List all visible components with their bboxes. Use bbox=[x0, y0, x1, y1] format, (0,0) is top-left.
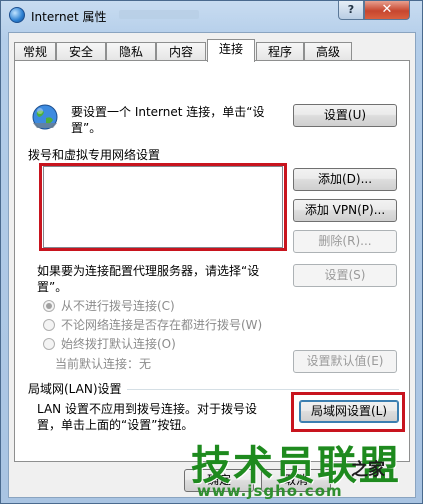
internet-properties-dialog: Internet 属性 ? ✕ 常规 安全 隐私 内容 连接 程序 高级 要设置… bbox=[0, 0, 423, 504]
cancel-button[interactable]: 取消 bbox=[261, 469, 331, 492]
setup-description-line1: 要设置一个 Internet 连接，单击“设 bbox=[71, 105, 265, 119]
delete-button[interactable]: 删除(R)... bbox=[293, 230, 397, 253]
lan-description-line2: 置，单击上面的“设置”按钮。 bbox=[37, 418, 194, 432]
tab-privacy[interactable]: 隐私 bbox=[106, 42, 156, 62]
tab-programs[interactable]: 程序 bbox=[256, 42, 304, 62]
current-default-value: 无 bbox=[139, 357, 152, 371]
setup-description-line2: 置”。 bbox=[71, 121, 102, 135]
tab-general[interactable]: 常规 bbox=[14, 42, 56, 62]
radio-always-dial[interactable] bbox=[43, 338, 55, 350]
tab-content[interactable]: 内容 bbox=[156, 42, 206, 62]
lan-description-line1: LAN 设置不应用到拨号连接。对于拨号设 bbox=[37, 402, 257, 416]
blurred-title-text bbox=[119, 10, 199, 19]
globe-network-icon bbox=[32, 104, 58, 130]
window-title: Internet 属性 bbox=[31, 10, 107, 24]
tab-connections[interactable]: 连接 bbox=[207, 39, 255, 62]
radio-dial-no-network[interactable] bbox=[43, 319, 55, 331]
dialup-section-title: 拨号和虚拟专用网络设置 bbox=[28, 148, 161, 162]
current-default-label: 当前默认连接： bbox=[55, 357, 140, 371]
dialog-body: 常规 安全 隐私 内容 连接 程序 高级 要设置一个 Internet 连接，单… bbox=[8, 32, 416, 498]
lan-button-highlight bbox=[291, 392, 405, 432]
settings-button[interactable]: 设置(S) bbox=[293, 264, 397, 287]
tab-security[interactable]: 安全 bbox=[56, 42, 106, 62]
close-button[interactable]: ✕ bbox=[364, 1, 410, 20]
tab-advanced[interactable]: 高级 bbox=[304, 42, 352, 62]
lan-divider bbox=[127, 389, 399, 390]
ok-button[interactable]: 确定 bbox=[184, 469, 254, 492]
listbox-highlight bbox=[39, 163, 287, 251]
internet-explorer-icon bbox=[9, 7, 25, 23]
proxy-description-line2: 置”。 bbox=[37, 280, 68, 294]
radio-never-dial-label: 从不进行拨号连接(C) bbox=[61, 299, 175, 313]
set-default-button[interactable]: 设置默认值(E) bbox=[293, 350, 397, 373]
setup-button[interactable]: 设置(U) bbox=[293, 104, 397, 127]
connections-panel: 要设置一个 Internet 连接，单击“设 置”。 设置(U) 拨号和虚拟专用… bbox=[14, 60, 410, 462]
help-button[interactable]: ? bbox=[338, 1, 364, 20]
lan-section-title: 局域网(LAN)设置 bbox=[28, 382, 122, 396]
radio-always-dial-label: 始终拨打默认连接(O) bbox=[61, 337, 176, 351]
title-bar[interactable]: Internet 属性 ? ✕ bbox=[1, 1, 422, 31]
add-vpn-button[interactable]: 添加 VPN(P)... bbox=[293, 199, 397, 222]
radio-dial-no-network-label: 不论网络连接是否存在都进行拨号(W) bbox=[61, 318, 263, 332]
proxy-description-line1: 如果要为连接配置代理服务器，请选择“设 bbox=[37, 264, 260, 278]
add-button[interactable]: 添加(D)... bbox=[293, 168, 397, 191]
radio-never-dial[interactable] bbox=[43, 300, 55, 312]
